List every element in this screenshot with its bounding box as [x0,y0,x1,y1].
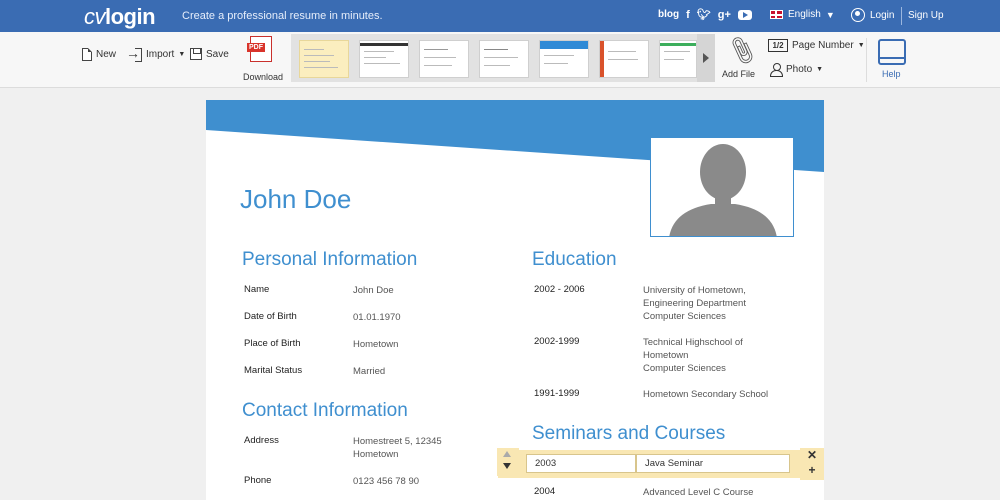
contact-info-heading[interactable]: Contact Information [242,400,408,422]
toolbar-divider [866,38,867,82]
logo-cv-text: cv [84,4,106,29]
chevron-down-icon: ▼ [857,42,865,49]
personal-info-heading[interactable]: Personal Information [242,249,417,271]
education-heading[interactable]: Education [532,249,617,271]
page-number-icon: 1/2 [768,39,788,52]
header-divider [901,7,902,25]
template-thumb-2[interactable] [359,40,409,78]
education-years[interactable]: 2002-1999 [534,336,579,347]
template-thumb-1[interactable] [299,40,349,78]
education-years[interactable]: 1991-1999 [534,388,579,399]
editor-toolbar: New Import ▼ Save PDF Download [0,32,1000,88]
chevron-down-icon: ▼ [816,66,824,73]
silhouette-icon [669,144,777,236]
uk-flag-icon [770,10,783,19]
download-label[interactable]: Download [243,72,283,82]
person-icon [770,63,783,77]
contact-label: Address [244,435,279,446]
page-number-label: Page Number [792,40,854,51]
gallery-next-arrow-icon[interactable] [697,34,715,82]
document-icon [82,48,92,61]
template-thumb-4[interactable] [479,40,529,78]
top-navbar: cvlogin Create a professional resume in … [0,0,1000,32]
new-button[interactable]: New [82,48,116,61]
template-thumb-6[interactable] [599,40,649,78]
contact-value[interactable]: 0123 456 78 90 [353,475,419,488]
template-gallery [291,34,697,82]
personal-value[interactable]: Married [353,365,385,378]
delete-row-icon[interactable]: ✕ [800,448,824,463]
seminar-title-input[interactable]: Java Seminar [636,454,790,473]
signup-link[interactable]: Sign Up [908,10,944,21]
twitter-icon[interactable]: 🐦︎ [697,8,711,21]
user-icon [851,8,865,22]
help-label[interactable]: Help [882,69,901,79]
chevron-down-icon: ▼ [825,9,835,20]
login-button[interactable]: Login [851,8,894,22]
paperclip-icon[interactable]: 📎︎ [724,34,760,68]
seminar-year-input[interactable]: 2003 [526,454,636,473]
import-button[interactable]: Import ▼ [126,45,186,62]
import-icon [126,45,142,62]
education-years[interactable]: 2002 - 2006 [534,284,585,295]
personal-value[interactable]: Hometown [353,338,398,351]
pdf-download-icon[interactable]: PDF [247,36,272,62]
template-thumb-5[interactable] [539,40,589,78]
tagline: Create a professional resume in minutes. [182,10,383,22]
personal-value[interactable]: John Doe [353,284,394,297]
seminar-value[interactable]: Advanced Level C Course [643,486,753,499]
personal-label: Marital Status [244,365,303,376]
resume-name[interactable]: John Doe [240,184,351,215]
profile-photo[interactable] [650,137,794,237]
photo-button[interactable]: Photo ▼ [770,63,824,77]
photo-label: Photo [786,64,813,75]
add-file-label[interactable]: Add File [722,69,755,79]
logo-login-text: login [105,4,156,29]
template-thumb-3[interactable] [419,40,469,78]
help-monitor-icon[interactable] [878,39,906,65]
youtube-icon[interactable] [737,9,752,20]
contact-label: Phone [244,475,272,486]
language-label: English [788,9,821,20]
google-plus-icon[interactable]: g+ [718,9,731,21]
move-up-icon[interactable] [503,451,511,457]
personal-value[interactable]: 01.01.1970 [353,311,401,324]
pdf-badge: PDF [247,43,265,52]
facebook-icon[interactable]: f [686,9,690,21]
resume-page: John Doe Personal Information Name John … [206,100,824,500]
personal-label: Name [244,284,270,295]
add-row-icon[interactable]: + [800,463,824,478]
floppy-disk-icon [190,48,202,60]
cvlogin-logo[interactable]: cvlogin [84,4,156,30]
row-actions: ✕ + [800,448,824,480]
save-button[interactable]: Save [190,48,229,60]
education-value[interactable]: Hometown Secondary School [643,388,768,401]
seminar-year[interactable]: 2004 [534,486,555,497]
language-selector[interactable]: English ▼ [770,9,835,20]
template-thumb-7[interactable] [659,40,697,78]
new-label: New [96,49,117,60]
login-label: Login [870,9,895,21]
contact-value[interactable]: Homestreet 5, 12345 Hometown [353,435,442,461]
move-down-icon[interactable] [503,463,511,469]
row-reorder-control [497,448,519,476]
page-number-button[interactable]: 1/2 Page Number ▼ [768,39,865,52]
seminars-heading[interactable]: Seminars and Courses [532,423,725,445]
save-label: Save [206,48,229,60]
personal-label: Place of Birth [244,338,301,349]
education-value[interactable]: University of Hometown, Engineering Depa… [643,284,746,323]
social-links: blog f 🐦︎ g+ [658,8,752,21]
education-value[interactable]: Technical Highschool of Hometown Compute… [643,336,743,375]
import-label: Import [146,49,175,60]
personal-label: Date of Birth [244,311,297,322]
chevron-down-icon: ▼ [178,51,186,58]
blog-link[interactable]: blog [658,9,679,20]
